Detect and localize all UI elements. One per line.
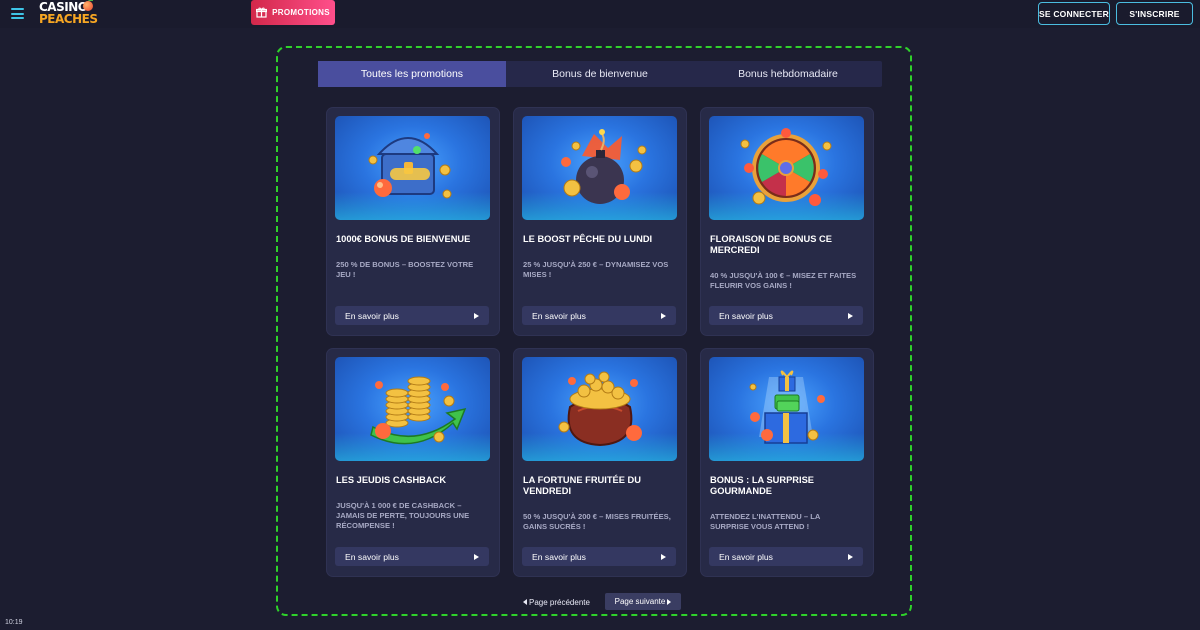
tab-all-promotions[interactable]: Toutes les promotions — [318, 61, 506, 87]
top-bar: CASINO PEACHES PROMOTIONS SE CONNECTER S… — [0, 0, 1200, 28]
promo-card-friday: LA FORTUNE FRUITÉE DU VENDREDI 50 % JUSQ… — [514, 349, 686, 576]
triangle-left-icon — [523, 599, 527, 605]
casino-peaches-logo[interactable]: CASINO PEACHES — [39, 0, 98, 27]
clock-time: 10:19 — [5, 619, 23, 626]
learn-more-label: En savoir plus — [719, 310, 773, 321]
previous-page-label: Page précédente — [529, 597, 590, 607]
promo-card-thursday: LES JEUDIS CASHBACK JUSQU'À 1 000 € DE C… — [327, 349, 499, 576]
promo-card-wednesday: FLORAISON DE BONUS CE MERCREDI 40 % JUSQ… — [701, 108, 873, 335]
learn-more-button[interactable]: En savoir plus — [709, 306, 863, 325]
play-arrow-icon — [661, 312, 666, 319]
learn-more-label: En savoir plus — [532, 551, 586, 562]
promo-title: 1000€ BONUS DE BIENVENUE — [336, 234, 471, 244]
learn-more-label: En savoir plus — [532, 310, 586, 321]
promo-card-welcome: 1000€ BONUS DE BIENVENUE 250 % DE BONUS … — [327, 108, 499, 335]
promo-description: 250 % DE BONUS – BOOSTEZ VOTRE JEU ! — [336, 260, 474, 279]
promotion-tabs: Toutes les promotions Bonus de bienvenue… — [318, 61, 882, 87]
register-button[interactable]: S'INSCRIRE — [1116, 2, 1193, 25]
learn-more-label: En savoir plus — [345, 551, 399, 562]
promo-card-surprise: BONUS : LA SURPRISE GOURMANDE ATTENDEZ L… — [701, 349, 873, 576]
tab-welcome-bonus[interactable]: Bonus de bienvenue — [506, 61, 694, 87]
learn-more-button[interactable]: En savoir plus — [335, 306, 489, 325]
play-arrow-icon — [474, 312, 479, 319]
treasure-chest-icon — [368, 133, 452, 199]
promo-image — [709, 357, 864, 461]
coin-stack-icon — [370, 376, 467, 445]
gift-box-icon — [749, 370, 825, 444]
promo-image — [335, 116, 490, 220]
next-page-button[interactable]: Page suivante — [605, 593, 681, 610]
promo-title: BONUS : LA SURPRISE GOURMANDE — [710, 475, 814, 496]
promo-description: 50 % JUSQU'À 200 € – MISES FRUITÉES, GAI… — [523, 512, 671, 531]
play-arrow-icon — [661, 553, 666, 560]
promo-image — [709, 116, 864, 220]
learn-more-label: En savoir plus — [345, 310, 399, 321]
fortune-wheel-icon — [740, 128, 832, 206]
bomb-icon — [561, 129, 647, 204]
promotions-button[interactable]: PROMOTIONS — [251, 0, 335, 25]
promotions-label: PROMOTIONS — [272, 8, 330, 17]
learn-more-label: En savoir plus — [719, 551, 773, 562]
peach-icon — [83, 0, 93, 11]
hamburger-menu-icon[interactable] — [11, 8, 24, 19]
next-page-label: Page suivante — [614, 597, 666, 606]
login-button[interactable]: SE CONNECTER — [1038, 2, 1110, 25]
promo-title: FLORAISON DE BONUS CE MERCREDI — [710, 234, 832, 255]
promo-title: LES JEUDIS CASHBACK — [336, 475, 447, 485]
promo-card-monday: LE BOOST PÊCHE DU LUNDI 25 % JUSQU'À 250… — [514, 108, 686, 335]
promo-description: 40 % JUSQU'À 100 € – MISEZ ET FAITES FLE… — [710, 271, 857, 290]
promo-title: LE BOOST PÊCHE DU LUNDI — [523, 234, 653, 244]
previous-page-button[interactable]: Page précédente — [523, 594, 590, 610]
promo-description: 25 % JUSQU'À 250 € – DYNAMISEZ VOS MISES… — [523, 260, 669, 279]
learn-more-button[interactable]: En savoir plus — [522, 306, 676, 325]
promo-description: ATTENDEZ L'INATTENDU – LA SURPRISE VOUS … — [710, 512, 821, 531]
play-arrow-icon — [848, 553, 853, 560]
tab-weekly-bonus[interactable]: Bonus hebdomadaire — [694, 61, 882, 87]
play-arrow-icon — [848, 312, 853, 319]
money-bag-icon — [558, 371, 642, 447]
promo-image — [522, 357, 677, 461]
learn-more-button[interactable]: En savoir plus — [522, 547, 676, 566]
promo-image — [522, 116, 677, 220]
promo-description: JUSQU'À 1 000 € DE CASHBACK – JAMAIS DE … — [336, 501, 470, 530]
gift-icon — [256, 7, 268, 18]
promo-image — [335, 357, 490, 461]
triangle-right-icon — [667, 598, 672, 605]
promo-title: LA FORTUNE FRUITÉE DU VENDREDI — [523, 475, 641, 496]
learn-more-button[interactable]: En savoir plus — [709, 547, 863, 566]
logo-text-bottom: PEACHES — [39, 12, 98, 26]
learn-more-button[interactable]: En savoir plus — [335, 547, 489, 566]
play-arrow-icon — [474, 553, 479, 560]
